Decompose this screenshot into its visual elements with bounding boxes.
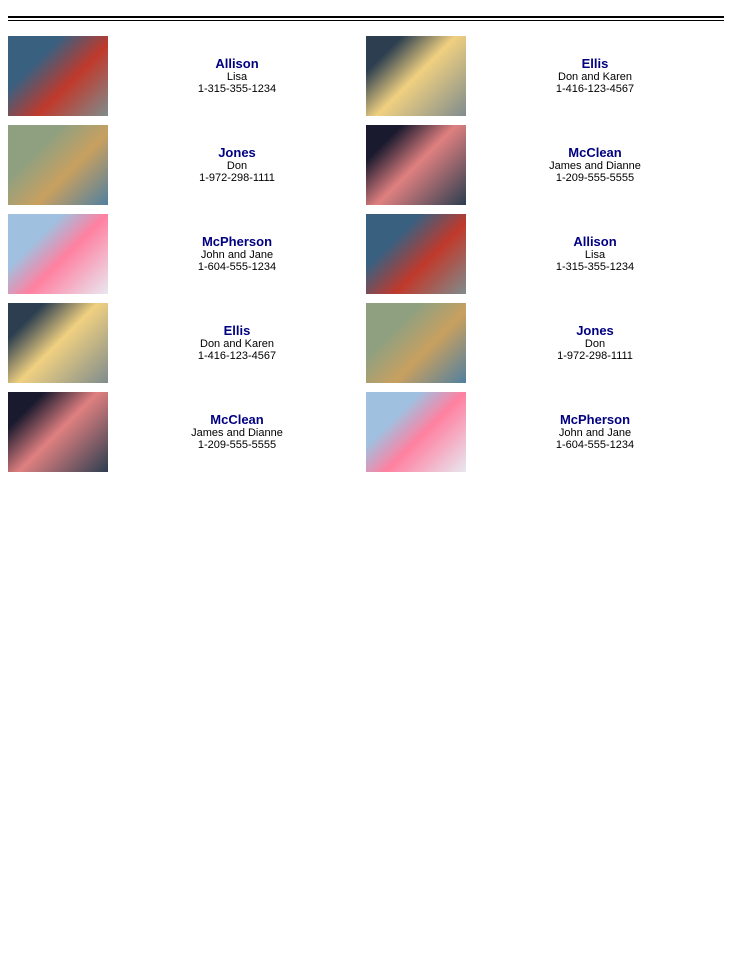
entry-photo (366, 303, 466, 383)
entry-phone: 1-315-355-1234 (470, 261, 720, 273)
entry-phone: 1-209-555-5555 (470, 172, 720, 184)
entry-firstname: Don (112, 160, 362, 172)
list-item: AllisonLisa1-315-355-1234 (366, 211, 724, 296)
entry-photo (8, 125, 108, 205)
entry-phone: 1-604-555-1234 (112, 261, 362, 273)
entry-lastname: McPherson (470, 412, 720, 427)
entry-photo (366, 392, 466, 472)
entry-lastname: Allison (470, 234, 720, 249)
entry-phone: 1-315-355-1234 (112, 83, 362, 95)
entry-firstname: Don and Karen (112, 338, 362, 350)
entry-lastname: Ellis (470, 56, 720, 71)
column-left: AllisonLisa1-315-355-1234 JonesDon1-972-2… (8, 33, 366, 478)
entry-phone: 1-972-298-1111 (112, 172, 362, 184)
entry-lastname: Allison (112, 56, 362, 71)
entry-info: EllisDon and Karen1-416-123-4567 (108, 323, 366, 362)
entry-info: JonesDon1-972-298-1111 (466, 323, 724, 362)
entry-photo (366, 125, 466, 205)
entry-phone: 1-209-555-5555 (112, 439, 362, 451)
divider-top (8, 16, 724, 18)
list-item: McCleanJames and Dianne1-209-555-5555 (8, 389, 366, 474)
entry-firstname: Don (470, 338, 720, 350)
entry-phone: 1-604-555-1234 (470, 439, 720, 451)
entry-info: EllisDon and Karen1-416-123-4567 (466, 56, 724, 95)
entry-photo (8, 214, 108, 294)
entry-info: McCleanJames and Dianne1-209-555-5555 (466, 145, 724, 184)
entry-info: McCleanJames and Dianne1-209-555-5555 (108, 412, 366, 451)
entry-photo (8, 392, 108, 472)
entry-lastname: McClean (112, 412, 362, 427)
column-right: EllisDon and Karen1-416-123-4567McCleanJ… (366, 33, 724, 478)
list-item: EllisDon and Karen1-416-123-4567 (366, 33, 724, 118)
entry-info: McPhersonJohn and Jane1-604-555-1234 (108, 234, 366, 273)
entry-firstname: Lisa (470, 249, 720, 261)
entry-phone: 1-416-123-4567 (470, 83, 720, 95)
entry-firstname: Lisa (112, 71, 362, 83)
entry-info: JonesDon1-972-298-1111 (108, 145, 366, 184)
entry-photo (366, 36, 466, 116)
entry-firstname: John and Jane (470, 427, 720, 439)
list-item: AllisonLisa1-315-355-1234 (8, 33, 366, 118)
entry-info: AllisonLisa1-315-355-1234 (108, 56, 366, 95)
entry-lastname: McPherson (112, 234, 362, 249)
entry-firstname: James and Dianne (112, 427, 362, 439)
list-item: McCleanJames and Dianne1-209-555-5555 (366, 122, 724, 207)
list-item: JonesDon1-972-298-1111 (8, 122, 366, 207)
list-item: JonesDon1-972-298-1111 (366, 300, 724, 385)
list-item: McPhersonJohn and Jane1-604-555-1234 (8, 211, 366, 296)
entry-firstname: Don and Karen (470, 71, 720, 83)
entry-photo (8, 36, 108, 116)
directory-grid: AllisonLisa1-315-355-1234JonesDon1-972-2… (0, 29, 732, 482)
entry-photo (366, 214, 466, 294)
divider-bottom (8, 20, 724, 21)
entry-lastname: Ellis (112, 323, 362, 338)
entry-lastname: McClean (470, 145, 720, 160)
entry-firstname: James and Dianne (470, 160, 720, 172)
list-item: EllisDon and Karen1-416-123-4567 (8, 300, 366, 385)
entry-lastname: Jones (112, 145, 362, 160)
entry-phone: 1-972-298-1111 (470, 350, 720, 362)
list-item: McPhersonJohn and Jane1-604-555-1234 (366, 389, 724, 474)
entry-firstname: John and Jane (112, 249, 362, 261)
entry-info: McPhersonJohn and Jane1-604-555-1234 (466, 412, 724, 451)
page-header (0, 0, 732, 12)
entry-info: AllisonLisa1-315-355-1234 (466, 234, 724, 273)
entry-photo (8, 303, 108, 383)
entry-phone: 1-416-123-4567 (112, 350, 362, 362)
entry-lastname: Jones (470, 323, 720, 338)
